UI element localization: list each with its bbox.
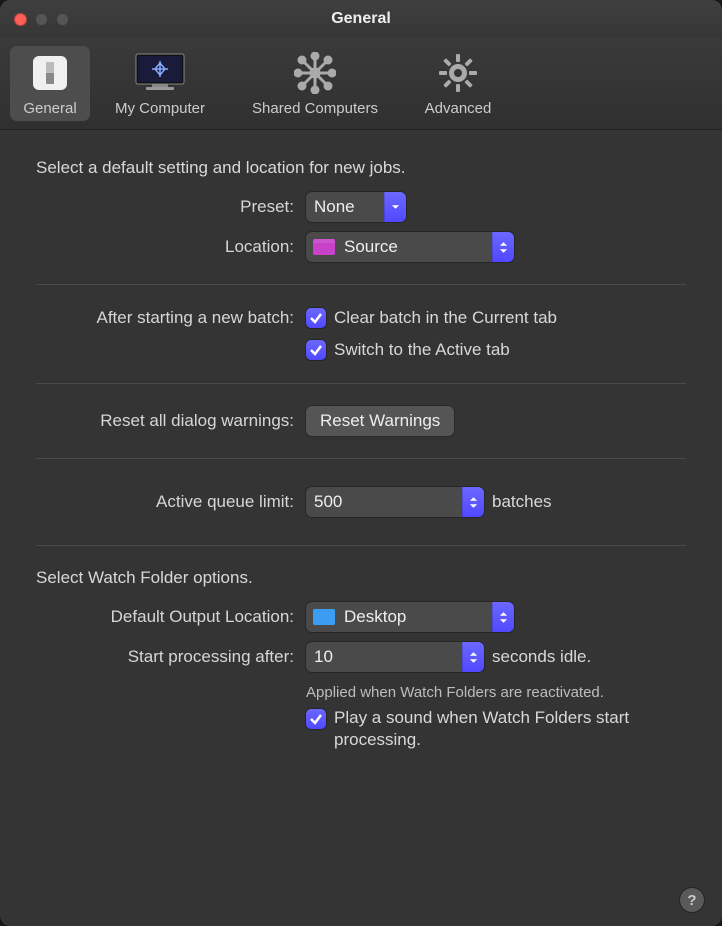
folder-icon [312,607,336,627]
switch-active-label: Switch to the Active tab [334,339,510,361]
play-sound-label: Play a sound when Watch Folders start pr… [334,707,634,751]
start-processing-select[interactable]: 10 [306,642,484,672]
zoom-window-button[interactable] [56,13,69,26]
reset-warnings-button-label: Reset Warnings [320,411,440,431]
location-label: Location: [36,237,306,257]
chevron-updown-icon [492,232,514,262]
queue-limit-label: Active queue limit: [36,492,306,512]
divider [36,284,686,285]
location-select[interactable]: Source [306,232,514,262]
tab-my-computer[interactable]: My Computer [98,46,222,121]
divider [36,545,686,546]
toolbar: General My Computer [0,38,722,130]
output-location-select[interactable]: Desktop [306,602,514,632]
divider [36,383,686,384]
preset-label: Preset: [36,197,306,217]
titlebar: General [0,0,722,38]
folder-icon [312,237,336,257]
close-window-button[interactable] [14,13,27,26]
window-title: General [331,10,391,28]
output-location-value: Desktop [336,607,492,627]
help-icon: ? [687,892,696,909]
location-value: Source [336,237,492,257]
tab-advanced-label: Advanced [425,100,492,117]
watch-folder-note: Applied when Watch Folders are reactivat… [306,684,604,701]
monitor-icon [132,52,188,94]
clear-batch-checkbox[interactable] [306,308,326,328]
clear-batch-label: Clear batch in the Current tab [334,307,557,329]
reset-warnings-label: Reset all dialog warnings: [36,411,306,431]
start-processing-suffix: seconds idle. [492,647,591,667]
divider [36,458,686,459]
general-icon [29,52,71,94]
chevron-down-icon [384,192,406,222]
tab-shared-label: Shared Computers [252,100,378,117]
tab-general-label: General [23,100,76,117]
defaults-heading: Select a default setting and location fo… [36,158,686,178]
minimize-window-button[interactable] [35,13,48,26]
chevron-updown-icon [492,602,514,632]
preset-select[interactable]: None [306,192,406,222]
help-button[interactable]: ? [680,888,704,912]
start-processing-value: 10 [306,647,462,667]
tab-shared-computers[interactable]: Shared Computers [230,46,400,121]
queue-limit-select[interactable]: 500 [306,487,484,517]
watch-folder-heading: Select Watch Folder options. [36,568,686,588]
content-pane: Select a default setting and location fo… [0,130,722,781]
preset-value: None [306,197,384,217]
reset-warnings-button[interactable]: Reset Warnings [306,406,454,436]
queue-limit-value: 500 [306,492,462,512]
preferences-window: General General [0,0,722,926]
chevron-updown-icon [462,642,484,672]
after-batch-label: After starting a new batch: [36,308,306,328]
gear-icon [437,52,479,94]
snowflake-icon [294,52,336,94]
output-location-label: Default Output Location: [36,607,306,627]
switch-active-checkbox[interactable] [306,340,326,360]
play-sound-checkbox[interactable] [306,709,326,729]
tab-advanced[interactable]: Advanced [408,46,508,121]
queue-limit-suffix: batches [492,492,552,512]
tab-general[interactable]: General [10,46,90,121]
chevron-updown-icon [462,487,484,517]
window-controls [14,13,69,26]
tab-my-computer-label: My Computer [115,100,205,117]
start-processing-label: Start processing after: [36,647,306,667]
